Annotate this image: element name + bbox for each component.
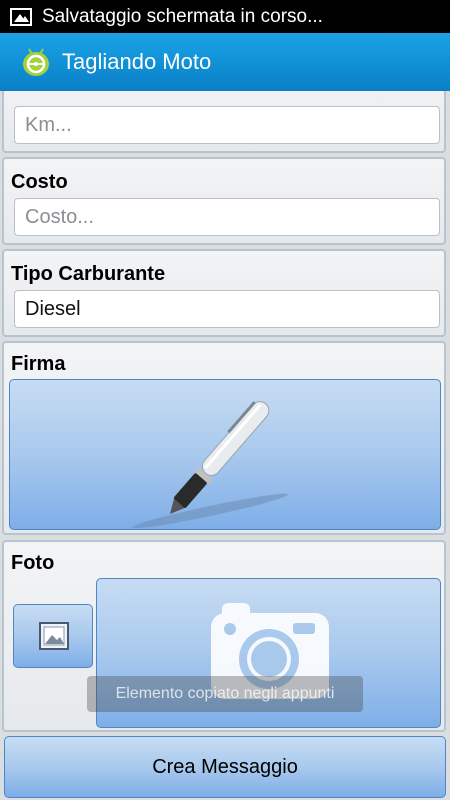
- costo-label: Costo: [11, 171, 68, 193]
- carburante-field[interactable]: Diesel: [14, 290, 440, 328]
- create-message-label: Crea Messaggio: [152, 755, 298, 778]
- action-bar: Tagliando Moto: [0, 33, 450, 91]
- android-app-icon: [23, 48, 49, 76]
- foto-label: Foto: [11, 552, 55, 574]
- costo-input[interactable]: [14, 198, 440, 236]
- pen-icon: [131, 401, 289, 529]
- create-message-button[interactable]: Crea Messaggio: [4, 736, 446, 798]
- image-icon: [39, 622, 69, 650]
- gallery-button[interactable]: [13, 604, 93, 668]
- status-text: Salvataggio schermata in corso...: [42, 5, 323, 27]
- carburante-value: Diesel: [25, 297, 81, 320]
- km-panel: Km: [2, 91, 446, 153]
- toast-text: Elemento copiato negli appunti: [115, 685, 335, 702]
- firma-label: Firma: [11, 353, 66, 375]
- signature-button[interactable]: [9, 379, 441, 530]
- form-scroll-area[interactable]: Km Costo Tipo Carburante Diesel Firma: [0, 91, 450, 800]
- km-label: Km: [11, 91, 43, 96]
- screenshot-icon: [10, 7, 32, 26]
- carburante-panel: Tipo Carburante Diesel: [2, 249, 446, 337]
- carburante-label: Tipo Carburante: [11, 263, 166, 285]
- status-bar: Salvataggio schermata in corso...: [0, 0, 450, 33]
- km-input[interactable]: [14, 106, 440, 144]
- firma-panel: Firma: [2, 341, 446, 535]
- toast-message: Elemento copiato negli appunti: [87, 676, 363, 712]
- costo-panel: Costo: [2, 157, 446, 245]
- app-title: Tagliando Moto: [62, 49, 212, 74]
